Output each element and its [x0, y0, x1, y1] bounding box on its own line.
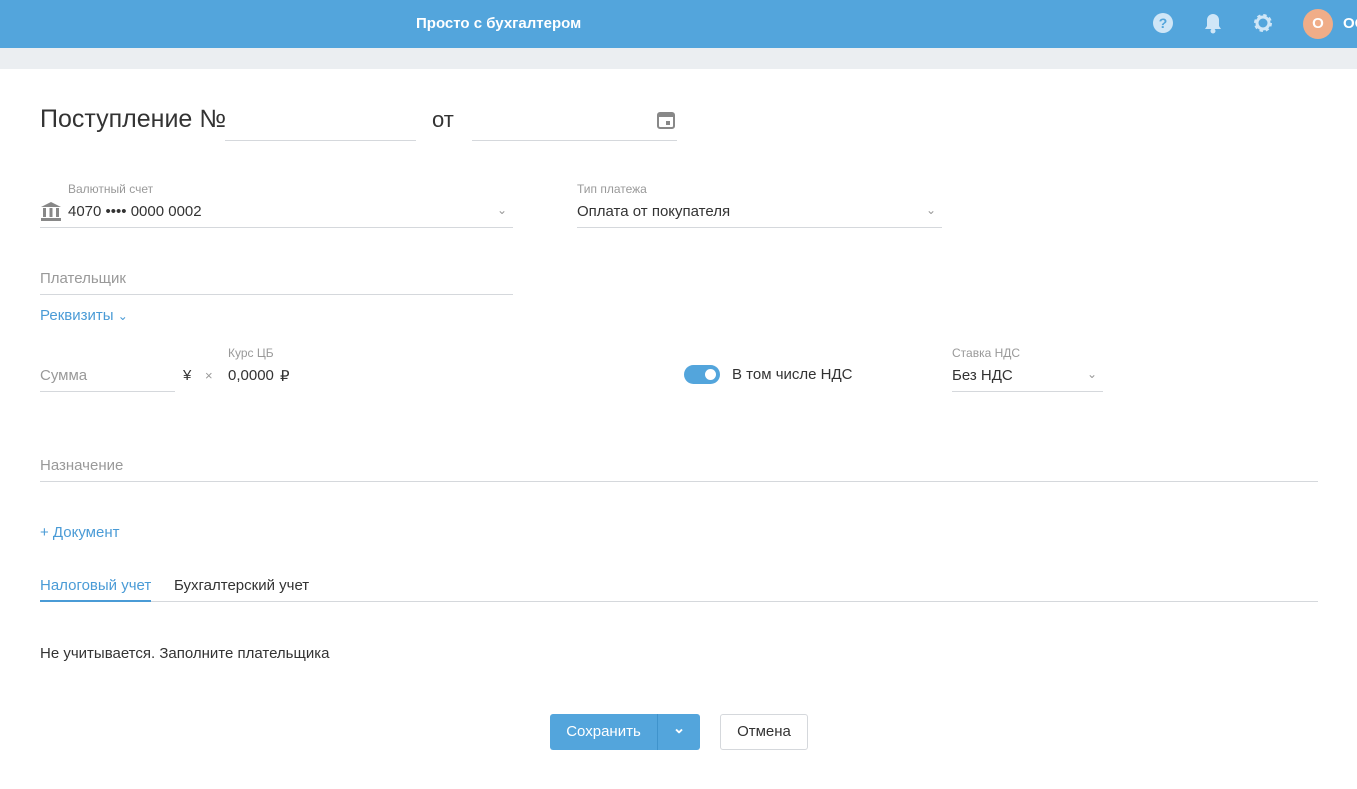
brand-title[interactable]: Просто с бухгалтером: [416, 15, 581, 32]
tab-accounting[interactable]: Бухгалтерский учет: [174, 577, 309, 594]
add-document-link[interactable]: + Документ: [40, 524, 119, 541]
cancel-button[interactable]: Отмена: [720, 714, 808, 750]
chevron-down-icon: ⌄: [926, 203, 937, 217]
requisites-label: Реквизиты: [40, 307, 114, 324]
save-button[interactable]: Сохранить: [550, 714, 658, 750]
tabs-divider: [40, 601, 1318, 602]
gear-icon[interactable]: [1252, 12, 1274, 40]
save-button-group: Сохранить ⌄: [550, 714, 700, 750]
number-input[interactable]: [225, 105, 416, 141]
amount-placeholder: Сумма: [40, 367, 88, 384]
rate-label: Курс ЦБ: [228, 346, 274, 360]
user-name[interactable]: ОО: [1343, 15, 1357, 32]
calendar-icon[interactable]: [656, 110, 676, 135]
bank-icon: [40, 200, 62, 227]
date-input[interactable]: [472, 105, 677, 141]
vat-toggle[interactable]: [684, 365, 720, 384]
account-label: Валютный счет: [68, 182, 154, 196]
save-options-chevron-icon[interactable]: ⌄: [658, 714, 700, 750]
requisites-link[interactable]: Реквизиты ⌄: [40, 307, 128, 324]
svg-text:?: ?: [1159, 15, 1168, 31]
rate-value: 0,0000: [228, 367, 274, 384]
help-icon[interactable]: ?: [1152, 12, 1174, 40]
times-sign: ×: [205, 368, 213, 383]
payment-type-value: Оплата от покупателя: [577, 203, 731, 220]
chevron-down-icon: ⌄: [1087, 367, 1098, 381]
currency-symbol: ¥: [183, 367, 192, 384]
tab-content-text: Не учитывается. Заполните плательщика: [40, 645, 330, 662]
rub-symbol: ₽: [280, 368, 290, 385]
payer-placeholder: Плательщик: [40, 270, 126, 287]
vat-rate-label: Ставка НДС: [952, 346, 1021, 360]
bell-icon[interactable]: [1203, 12, 1223, 40]
avatar[interactable]: О: [1303, 9, 1333, 39]
from-label: от: [432, 107, 454, 132]
vat-toggle-label: В том числе НДС: [732, 366, 853, 383]
page-title: Поступление №: [40, 105, 227, 133]
tab-tax[interactable]: Налоговый учет: [40, 577, 152, 602]
account-value: 4070 •••• 0000 0002: [68, 203, 202, 220]
chevron-down-icon: ⌄: [497, 203, 508, 217]
chevron-down-icon: ⌄: [117, 309, 128, 323]
sub-strip: [0, 48, 1357, 69]
purpose-input[interactable]: [40, 452, 1318, 482]
toggle-knob: [705, 369, 716, 380]
vat-rate-value: Без НДС: [952, 367, 1013, 384]
payment-type-label: Тип платежа: [577, 182, 647, 196]
purpose-placeholder: Назначение: [40, 457, 124, 474]
